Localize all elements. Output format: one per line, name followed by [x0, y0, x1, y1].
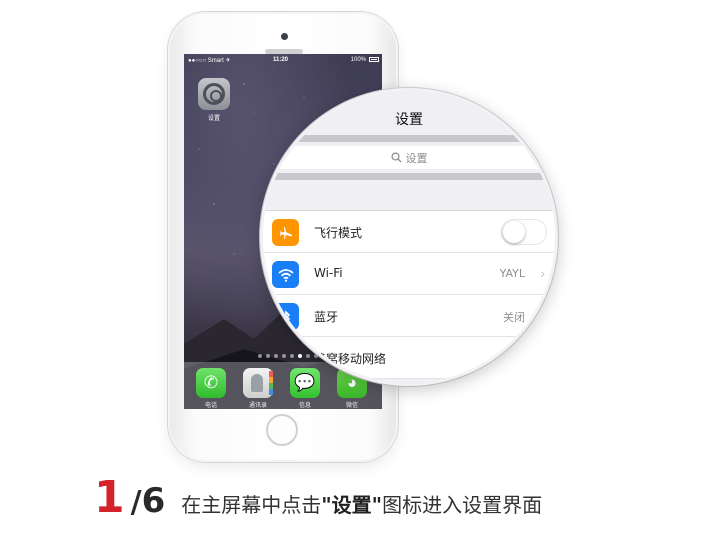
instruction-highlight: "设置" — [321, 493, 383, 517]
settings-row-cellular[interactable]: 蜂窝移动网络 — [263, 337, 555, 379]
status-bar: ●●○○○ Smart ✈ 11:20 100% — [184, 54, 382, 66]
battery-icon — [369, 57, 379, 62]
settings-app-icon[interactable] — [198, 78, 230, 110]
instruction-prefix: 在主屏幕中点击 — [181, 493, 322, 517]
chevron-right-icon: › — [540, 307, 545, 323]
phone-app-label: 电话 — [204, 403, 217, 409]
phone-icon: ✆ — [203, 373, 219, 392]
settings-magnifier: 设置 设置 飞行模式 Wi-Fi YAYL › 蓝牙 关闭 › 蜂窝移动网络 — [260, 88, 558, 386]
wifi-network-value: YAYL — [499, 267, 525, 280]
status-time: 11:20 — [273, 57, 289, 63]
chevron-right-icon: › — [540, 265, 545, 281]
step-current-number: 1 — [94, 472, 125, 523]
step-separator: / — [130, 485, 142, 520]
step-instruction: 在主屏幕中点击"设置"图标进入设置界面 — [181, 489, 542, 518]
settings-row-airplane-mode[interactable]: 飞行模式 — [263, 211, 555, 253]
settings-row-bluetooth[interactable]: 蓝牙 关闭 › — [263, 295, 555, 337]
phone-app-icon[interactable]: ✆ — [196, 368, 226, 398]
cellular-label: 蜂窝移动网络 — [314, 352, 387, 366]
settings-app-label: 设置 — [207, 116, 220, 122]
step-caption: 1 / 6 在主屏幕中点击"设置"图标进入设置界面 — [94, 472, 542, 523]
bluetooth-label: 蓝牙 — [314, 310, 339, 324]
search-placeholder: 设置 — [405, 151, 428, 165]
airplane-icon — [272, 219, 299, 246]
settings-gear-icon — [203, 83, 225, 105]
bluetooth-status-value: 关闭 — [503, 311, 525, 324]
wifi-icon — [272, 261, 299, 288]
home-button[interactable] — [266, 414, 298, 446]
battery-percent: 100% — [350, 57, 366, 63]
carrier-label: ●●○○○ Smart ✈ — [188, 58, 231, 64]
settings-nav-title: 设置 — [395, 112, 423, 128]
contacts-app-label: 通讯录 — [248, 403, 267, 409]
front-camera — [281, 33, 288, 40]
wechat-app-label: 微信 — [345, 403, 358, 409]
instruction-suffix: 图标进入设置界面 — [382, 493, 543, 517]
step-total-number: 6 — [141, 481, 166, 521]
airplane-mode-label: 飞行模式 — [314, 226, 363, 240]
settings-row-wifi[interactable]: Wi-Fi YAYL › — [263, 253, 555, 295]
messages-app-label: 信息 — [298, 403, 311, 409]
settings-list: 飞行模式 Wi-Fi YAYL › 蓝牙 关闭 › 蜂窝移动网络 — [263, 210, 555, 379]
bluetooth-icon — [272, 303, 299, 330]
search-icon — [390, 152, 401, 163]
airplane-mode-toggle[interactable] — [501, 219, 547, 245]
settings-search-input[interactable]: 设置 — [269, 146, 549, 169]
wifi-label: Wi-Fi — [314, 266, 343, 280]
